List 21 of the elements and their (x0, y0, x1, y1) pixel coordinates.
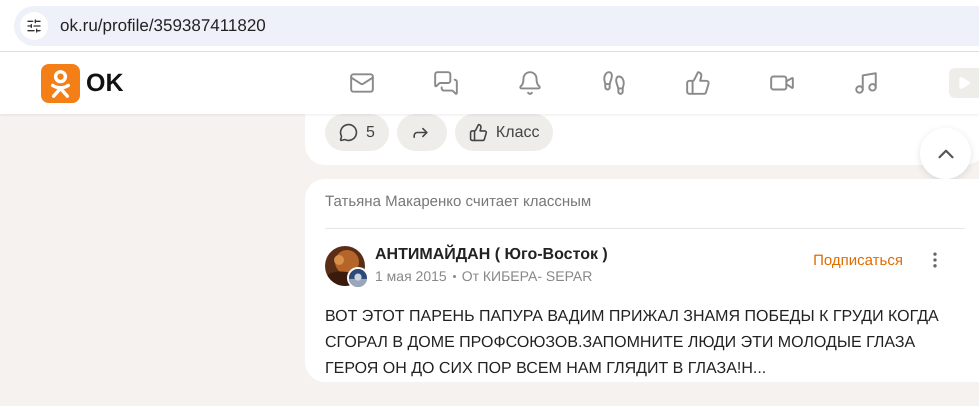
thumbs-up-icon (468, 123, 488, 142)
address-bar[interactable]: ok.ru/profile/359387411820 (14, 6, 979, 46)
post-text: ВОТ ЭТОТ ПАРЕНЬ ПАПУРА ВАДИМ ПРИЖАЛ ЗНАМЯ ПОБЕДЫ К ГРУДИ КОГДА СГОРАЛ В ДОМЕ ПРОФСОЮЗОВ.ЗАПОМНИТЕ ЛЮДИ ЭТИ МОЛОДЫЕ ГЛАЗА ГЕРОЯ ОН ДО СИХ ПОР ВСЕМ НАМ ГЛЯДИТ В ГЛАЗА!Н... (325, 307, 940, 379)
logo-text: OK (86, 68, 124, 98)
logo-icon[interactable] (41, 64, 80, 102)
thumbs-up-icon[interactable] (684, 70, 710, 96)
footprints-icon[interactable] (600, 70, 626, 96)
post-source[interactable]: От КИБЕРА- SEPAR (462, 268, 592, 284)
like-button[interactable]: Класс (454, 114, 554, 151)
url-text: ok.ru/profile/359387411820 (60, 16, 266, 36)
author-name[interactable]: АНТИМАЙДАН ( Юго-Восток ) (375, 246, 804, 264)
separator-dot (452, 274, 456, 278)
comment-icon (339, 123, 358, 142)
notifications-icon[interactable] (516, 70, 542, 96)
comments-button[interactable]: 5 (325, 114, 389, 151)
chat-bubbles-icon[interactable] (432, 70, 458, 96)
context-text: Татьяна Макаренко считает классным (325, 193, 965, 229)
music-note-icon[interactable] (852, 70, 878, 96)
site-settings-icon[interactable] (20, 12, 48, 40)
post-date: 1 мая 2015 (375, 268, 447, 284)
share-button[interactable] (396, 114, 447, 151)
